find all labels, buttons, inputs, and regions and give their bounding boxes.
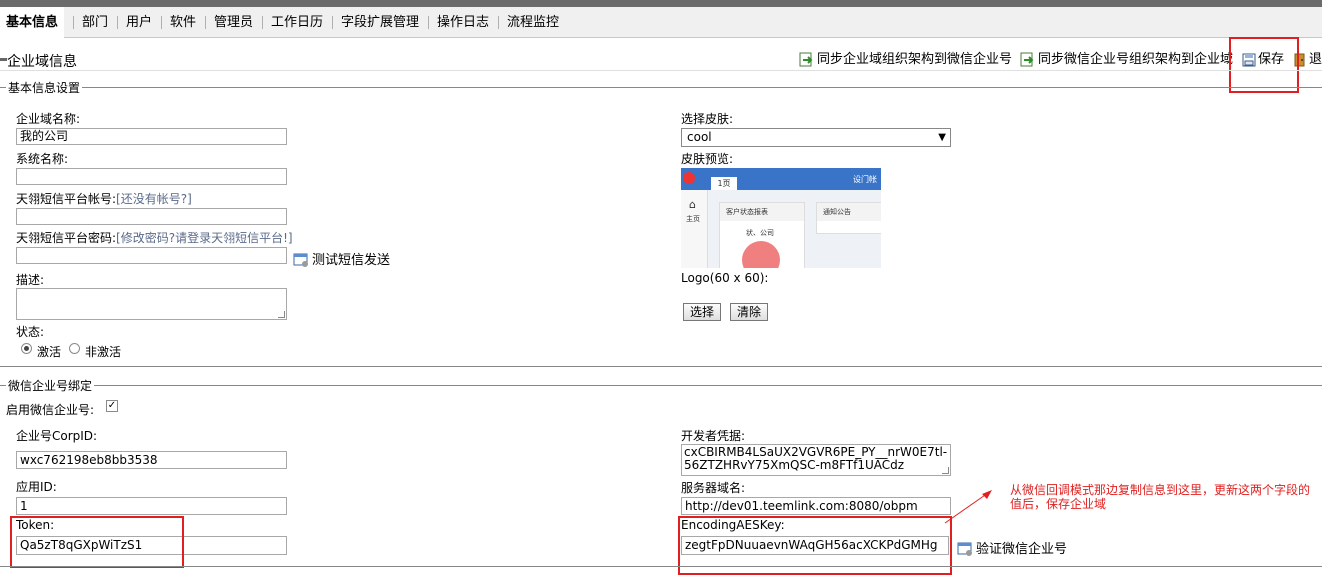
server-domain-input[interactable]: http://dev01.teemlink.com:8080/obpm: [681, 497, 951, 515]
choose-logo-button[interactable]: 选择: [683, 303, 722, 321]
appid-input[interactable]: 1: [16, 497, 287, 515]
wechat-legend: 微信企业号绑定: [0, 377, 1322, 394]
developer-secret-textarea[interactable]: cxCBIRMB4LSaUX2VGVR6PE_PY__nrW0E7tl-56ZT…: [681, 444, 951, 476]
logo-label: Logo(60 x 60):: [681, 271, 769, 285]
domain-name-label: 企业域名称:: [16, 112, 81, 126]
system-name-label: 系统名称:: [16, 152, 69, 166]
sms-account-row: 天翎短信平台帐号:[还没有帐号?]: [16, 190, 192, 207]
header-divider: [0, 70, 1322, 71]
wechat-legend-text: 微信企业号绑定: [6, 377, 95, 394]
corpid-label: 企业号CorpID:: [16, 429, 98, 443]
sms-password-input[interactable]: [16, 247, 287, 264]
tab-bar: 基本信息 部门 用户 软件 管理员 工作日历 字段扩展管理 操作日志 流程监控: [0, 7, 1322, 38]
section-divider: [0, 366, 1322, 367]
sync-to-wechat-button[interactable]: 同步企业域组织架构到微信企业号: [799, 51, 1012, 69]
basic-info-legend: 基本信息设置: [0, 79, 1322, 96]
skin-preview-image: 1页 设门帐 ⌂ 主页 客户状态报表 状、公司 通知公告: [681, 168, 881, 268]
tab-separator: [73, 16, 74, 29]
collapse-dash-icon[interactable]: [0, 58, 7, 61]
tab-admins[interactable]: 管理员: [208, 7, 259, 37]
tab-separator: [161, 16, 162, 29]
preview-home-icon: ⌂: [689, 198, 696, 211]
test-sms-label: 测试短信发送: [312, 253, 391, 268]
calendar-gear-icon: [957, 542, 972, 556]
tab-separator: [332, 16, 333, 29]
preview-tab: 1页: [711, 177, 737, 190]
enable-wechat-checkbox[interactable]: ✓: [106, 400, 118, 412]
tab-work-calendar[interactable]: 工作日历: [265, 7, 329, 37]
enable-wechat-label: 启用微信企业号:: [6, 403, 95, 417]
tab-field-extension[interactable]: 字段扩展管理: [335, 7, 425, 37]
annotation-note: 从微信回调模式那边复制信息到这里，更新这两个字段的值后，保存企业域: [1010, 483, 1311, 511]
dropdown-arrow-icon: ▼: [938, 132, 946, 143]
sync-arrow-icon: [799, 52, 813, 66]
tab-separator: [205, 16, 206, 29]
sync-from-wechat-label: 同步微信企业号组织架构到企业域: [1038, 52, 1234, 67]
tab-separator: [262, 16, 263, 29]
tab-separator: [498, 16, 499, 29]
sync-arrow-icon: [1020, 52, 1034, 66]
preview-panel-1: 客户状态报表 状、公司: [719, 202, 805, 268]
preview-pie-mark: [742, 241, 780, 268]
description-label: 描述:: [16, 273, 45, 287]
exit-label: 退: [1309, 52, 1322, 67]
status-active-label: 激活: [37, 345, 62, 359]
resize-grip[interactable]: [942, 467, 949, 474]
sync-to-wechat-label: 同步企业域组织架构到微信企业号: [817, 52, 1013, 67]
skin-preview-label: 皮肤预览:: [681, 152, 734, 166]
description-textarea[interactable]: [16, 288, 287, 320]
fieldset-line: [0, 385, 1322, 386]
server-domain-label: 服务器域名:: [681, 481, 746, 495]
domain-name-input[interactable]: 我的公司: [16, 128, 287, 145]
verify-wechat-label: 验证微信企业号: [976, 542, 1068, 557]
tab-basic-info[interactable]: 基本信息: [0, 7, 65, 38]
appid-label: 应用ID:: [16, 480, 57, 494]
tab-separator: [117, 16, 118, 29]
skin-label: 选择皮肤:: [681, 112, 734, 126]
tab-flow-monitor[interactable]: 流程监控: [501, 7, 565, 37]
developer-secret-value: cxCBIRMB4LSaUX2VGVR6PE_PY__nrW0E7tl-56ZT…: [684, 445, 948, 472]
preview-panel-1-title: 客户状态报表: [720, 203, 804, 221]
annotation-arrow: [944, 490, 992, 524]
status-inactive-label: 非激活: [85, 345, 122, 359]
skin-select-value: cool: [687, 130, 712, 144]
skin-select[interactable]: cool ▼: [681, 128, 951, 147]
resize-grip[interactable]: [278, 311, 285, 318]
register-account-link[interactable]: [还没有帐号?]: [116, 192, 192, 206]
tab-software[interactable]: 软件: [164, 7, 202, 37]
preview-right-text: 设门帐: [853, 175, 877, 184]
status-label: 状态:: [16, 325, 45, 339]
system-name-input[interactable]: [16, 168, 287, 185]
tab-separator: [428, 16, 429, 29]
tab-operation-log[interactable]: 操作日志: [431, 7, 495, 37]
preview-logo-icon: [683, 172, 695, 184]
tab-users[interactable]: 用户: [120, 7, 158, 37]
preview-panel-2: 通知公告: [816, 202, 881, 234]
sms-password-label: 天翎短信平台密码:: [16, 231, 117, 245]
verify-wechat-button[interactable]: 验证微信企业号: [957, 541, 1067, 559]
status-inactive-radio[interactable]: [69, 343, 80, 354]
sms-account-label: 天翎短信平台帐号:: [16, 192, 117, 206]
calendar-gear-icon: [293, 253, 308, 267]
preview-legend-text: 状、公司: [746, 229, 774, 237]
basic-info-legend-text: 基本信息设置: [6, 79, 83, 96]
sms-password-row: 天翎短信平台密码:[修改密码?请登录天翎短信平台!]: [16, 229, 293, 246]
bottom-divider: [0, 566, 1322, 567]
sms-account-input[interactable]: [16, 208, 287, 225]
token-highlight-box: [10, 516, 184, 568]
test-sms-button[interactable]: 测试短信发送: [293, 252, 390, 270]
preview-home-label: 主页: [686, 215, 700, 223]
developer-secret-label: 开发者凭据:: [681, 429, 746, 443]
change-password-link[interactable]: [修改密码?请登录天翎短信平台!]: [116, 231, 293, 245]
sync-from-wechat-button[interactable]: 同步微信企业号组织架构到企业域: [1020, 51, 1233, 69]
top-status-strip: [0, 0, 1322, 7]
preview-panel-2-title: 通知公告: [817, 203, 881, 221]
page-title: 企业域信息: [7, 54, 77, 70]
fieldset-line: [0, 87, 1322, 88]
status-active-radio[interactable]: [21, 343, 32, 354]
clear-logo-button[interactable]: 清除: [730, 303, 769, 321]
corpid-input[interactable]: wxc762198eb8bb3538: [16, 451, 287, 469]
tab-departments[interactable]: 部门: [76, 7, 114, 37]
